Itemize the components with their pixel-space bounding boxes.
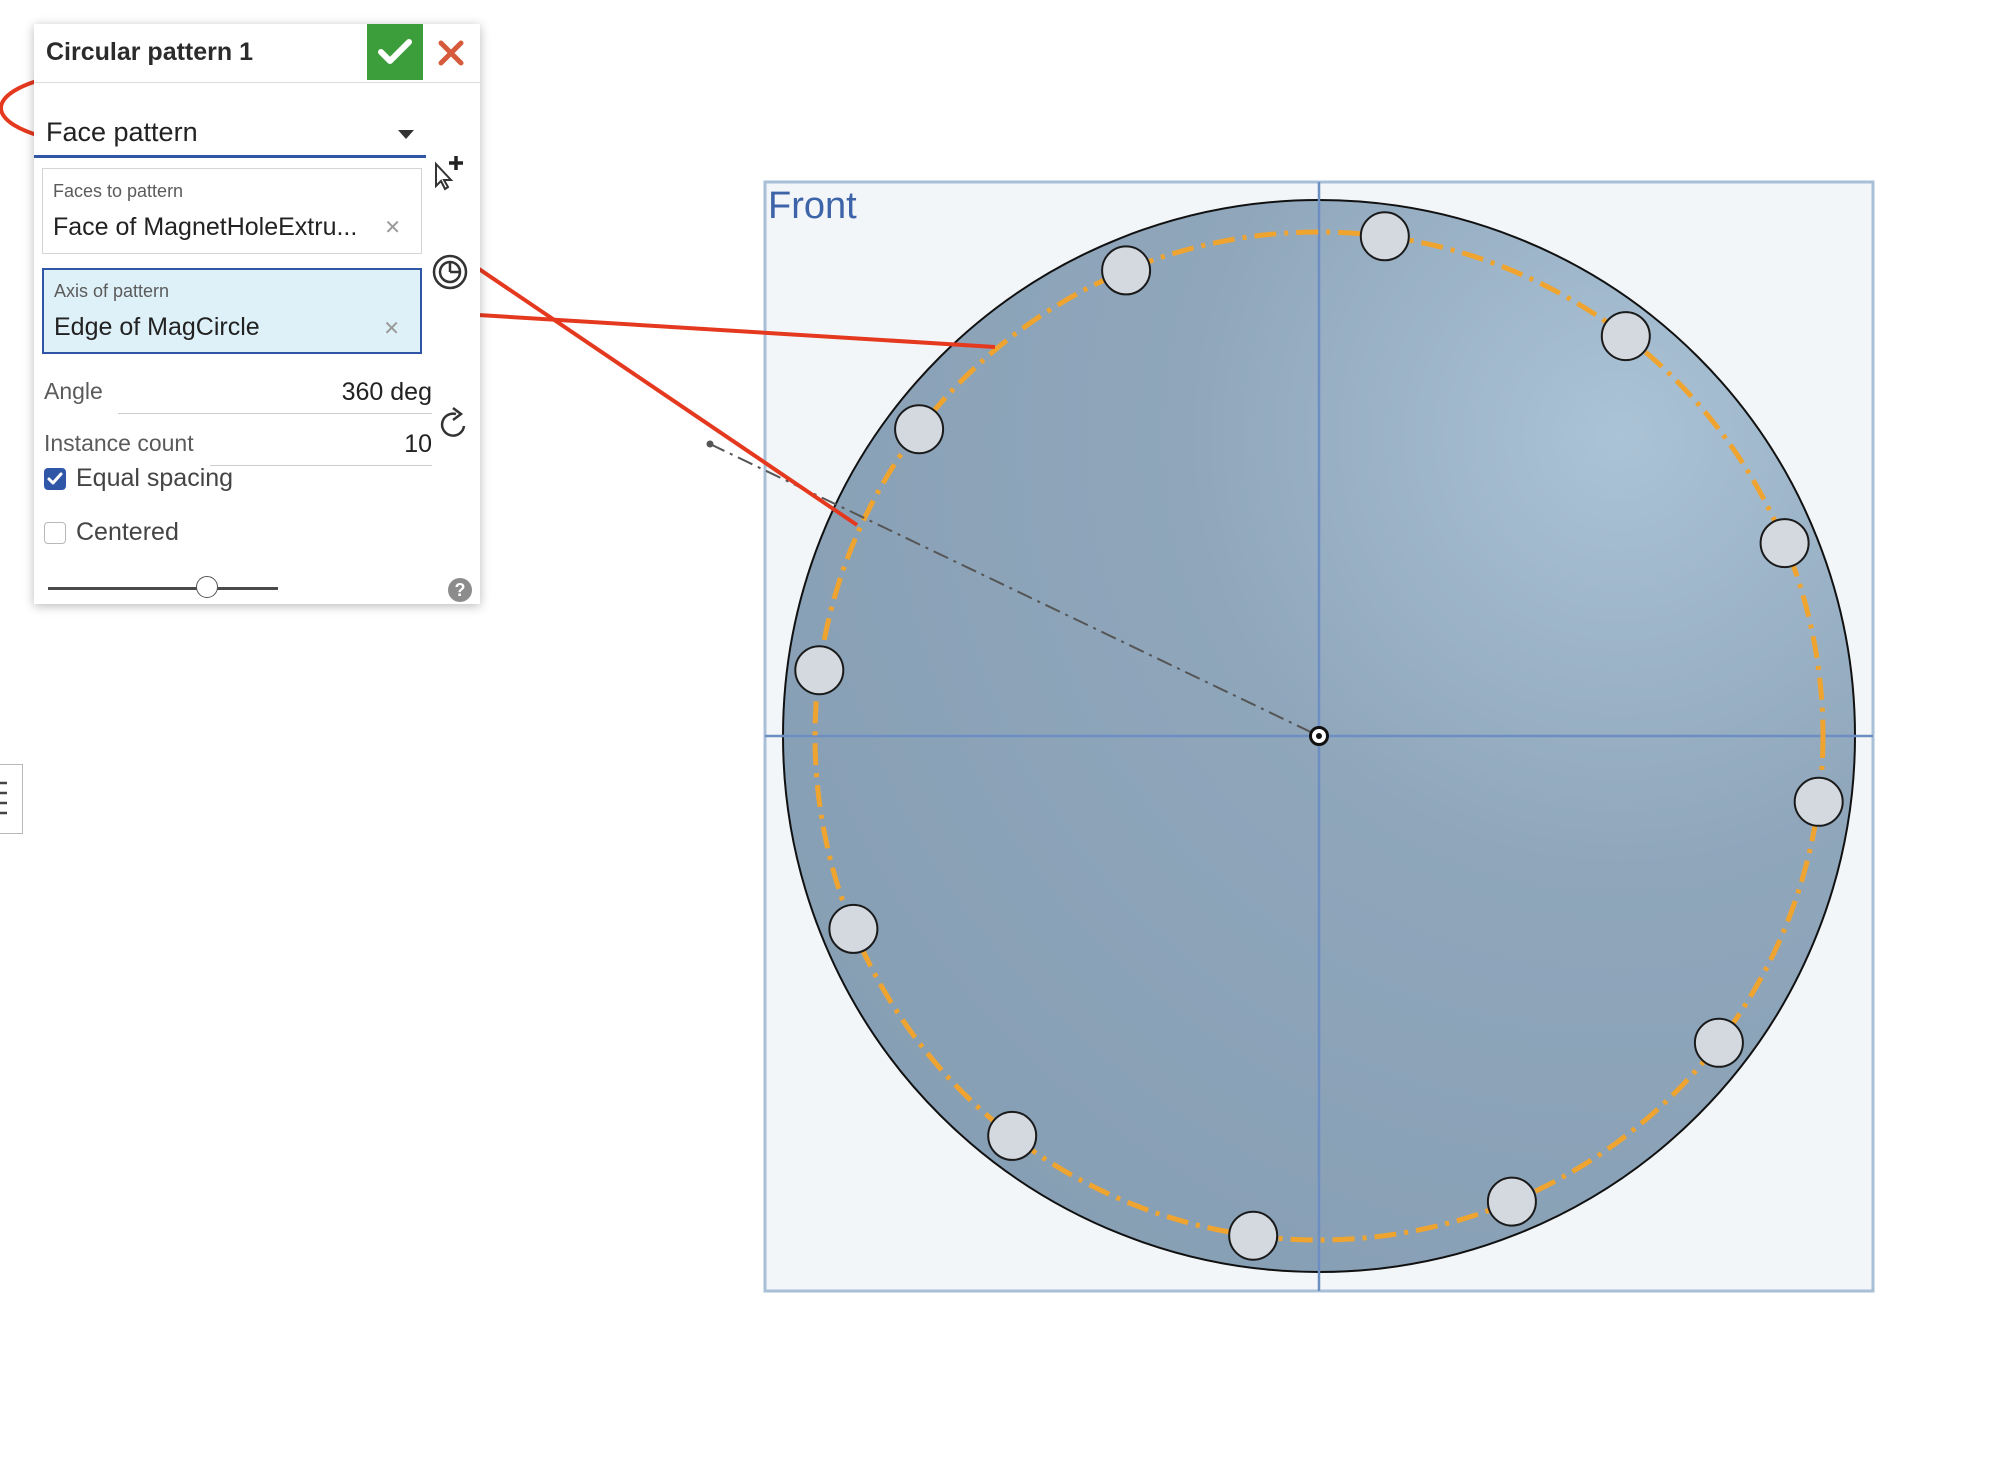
- faces-to-pattern-field[interactable]: Faces to pattern Face of MagnetHoleExtru…: [42, 168, 422, 254]
- axis-of-pattern-label: Axis of pattern: [54, 281, 170, 301]
- pie-axis-icon[interactable]: [430, 252, 470, 292]
- equal-spacing-checkbox[interactable]: Equal spacing: [44, 462, 404, 498]
- magnet-hole[interactable]: [794, 645, 845, 696]
- equal-spacing-label: Equal spacing: [76, 464, 234, 492]
- instance-count-label: Instance count: [44, 430, 194, 456]
- magnet-hole[interactable]: [1101, 245, 1152, 296]
- axis-clear-icon[interactable]: ✕: [383, 316, 400, 341]
- reverse-direction-icon[interactable]: [434, 404, 474, 444]
- angle-label: Angle: [44, 378, 103, 404]
- angle-underline: [118, 413, 432, 414]
- magnet-hole[interactable]: [1486, 1176, 1537, 1227]
- accept-button[interactable]: [367, 24, 423, 80]
- faces-to-pattern-label: Faces to pattern: [53, 181, 184, 201]
- faces-to-pattern-value: Face of MagnetHoleExtru...: [53, 213, 358, 241]
- dropdown-caret-icon[interactable]: [398, 130, 414, 139]
- magnet-hole[interactable]: [894, 404, 945, 455]
- check-icon: [378, 39, 412, 64]
- construction-line-end-point: [706, 440, 714, 448]
- magnet-hole[interactable]: [1759, 518, 1810, 569]
- list-icon: [0, 781, 7, 815]
- angle-field[interactable]: Angle 360 deg: [44, 368, 432, 414]
- dialog-title: Circular pattern 1: [46, 38, 254, 66]
- help-icon[interactable]: ?: [448, 578, 472, 602]
- pattern-type-select[interactable]: Face pattern: [34, 82, 480, 158]
- feature-list-tab[interactable]: [0, 764, 23, 834]
- instance-count-value[interactable]: 10: [404, 430, 432, 459]
- centered-checkbox[interactable]: Centered: [44, 516, 404, 552]
- magnet-hole[interactable]: [1793, 776, 1844, 827]
- centered-check[interactable]: [44, 522, 66, 544]
- axis-of-pattern-field[interactable]: Axis of pattern Edge of MagCircle ✕: [42, 268, 422, 354]
- axis-of-pattern-value: Edge of MagCircle: [54, 313, 260, 341]
- preview-slider-thumb[interactable]: [195, 576, 218, 598]
- instance-count-field[interactable]: Instance count 10: [44, 420, 432, 466]
- magnet-hole[interactable]: [1600, 311, 1651, 362]
- close-icon: [438, 40, 464, 66]
- magnet-hole[interactable]: [1228, 1210, 1279, 1261]
- magnet-hole[interactable]: [1693, 1017, 1744, 1068]
- cancel-button[interactable]: [430, 32, 472, 74]
- pattern-type-value: Face pattern: [46, 117, 198, 147]
- magnet-hole[interactable]: [987, 1110, 1038, 1161]
- origin-marker-dot: [1316, 733, 1322, 739]
- circular-pattern-dialog: Circular pattern 1 Face pattern Faces to…: [34, 24, 480, 604]
- pattern-type-underline: [34, 155, 426, 158]
- faces-clear-icon[interactable]: ✕: [384, 215, 401, 240]
- magnet-hole[interactable]: [828, 903, 879, 954]
- magnet-hole[interactable]: [1359, 211, 1410, 262]
- checkmark-icon: [47, 472, 63, 485]
- preview-slider-track[interactable]: [48, 587, 278, 590]
- angle-value[interactable]: 360 deg: [342, 378, 432, 407]
- equal-spacing-check[interactable]: [44, 468, 66, 490]
- add-selection-icon[interactable]: [430, 152, 470, 192]
- centered-label: Centered: [76, 518, 179, 546]
- front-plane-label: Front: [768, 185, 857, 227]
